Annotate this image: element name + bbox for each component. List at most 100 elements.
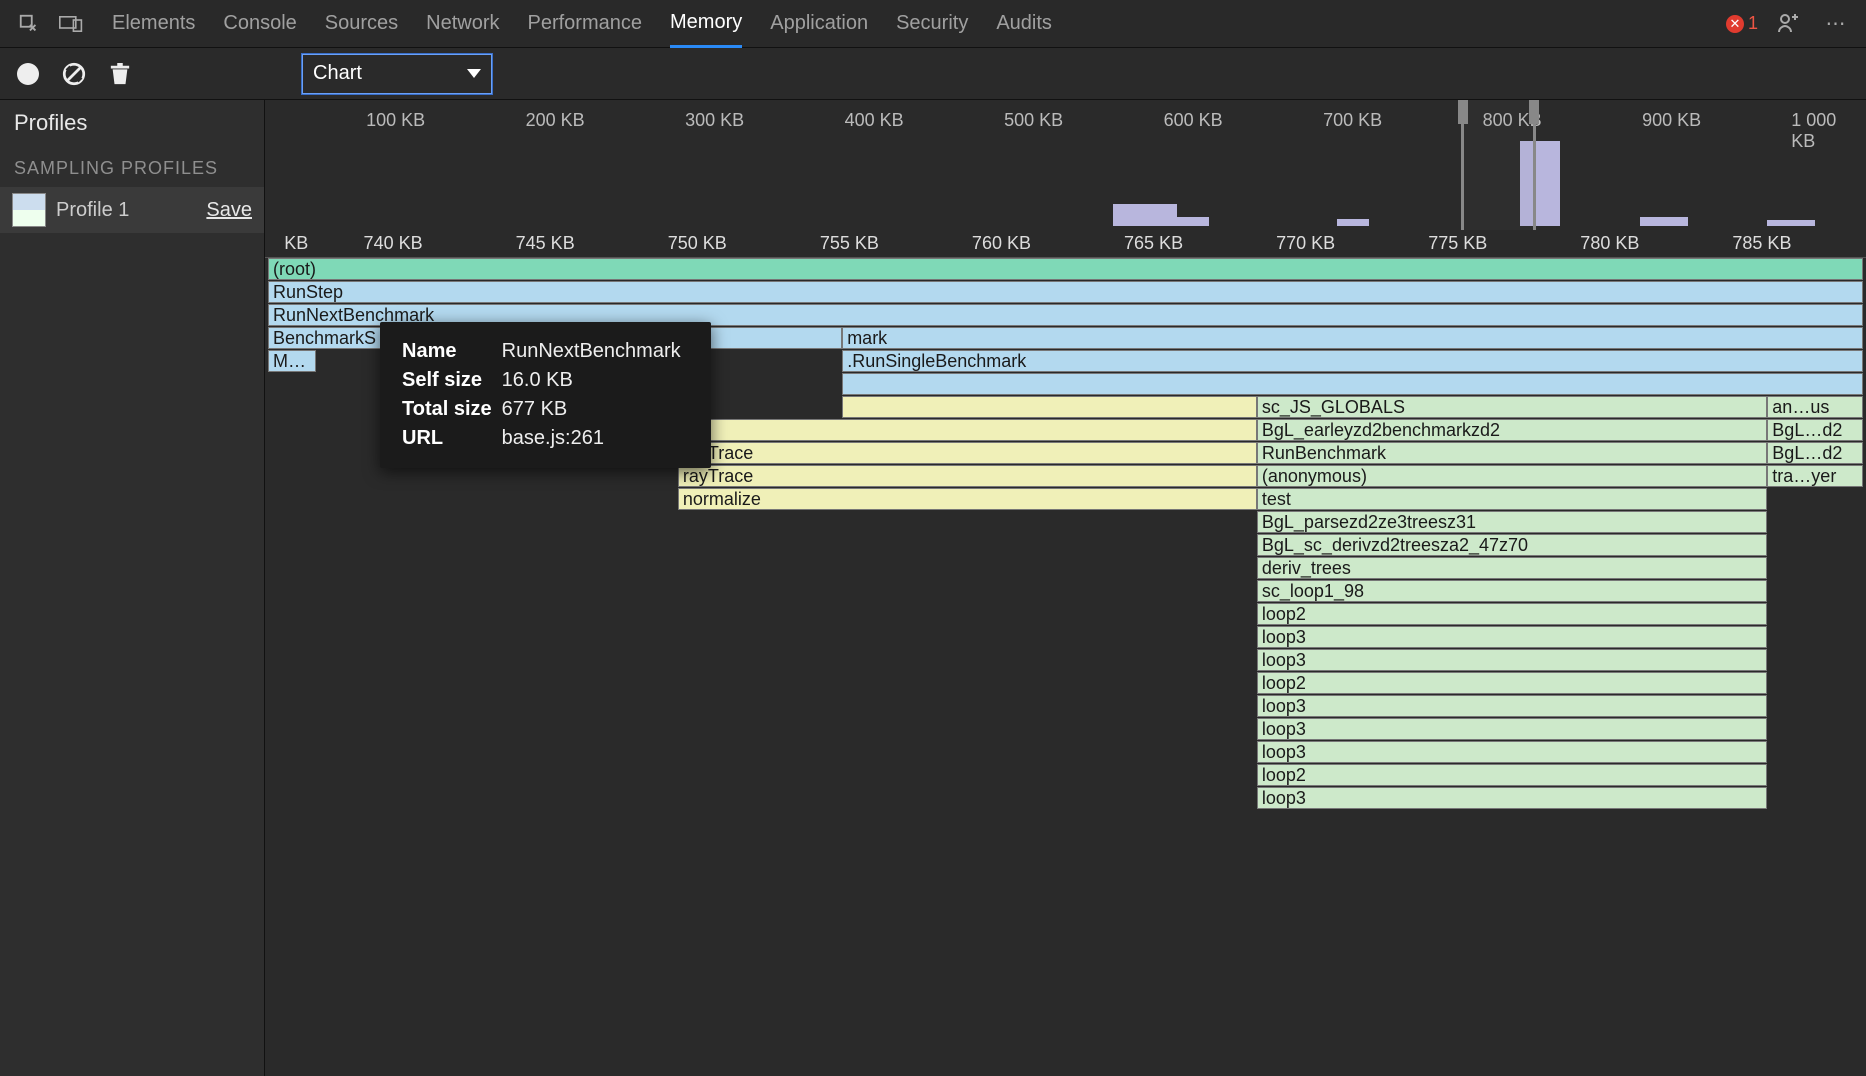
profile-row[interactable]: Profile 1 Save bbox=[0, 187, 264, 233]
profile-name: Profile 1 bbox=[56, 199, 129, 222]
flame-cell[interactable]: sc_loop1_98 bbox=[1257, 580, 1767, 602]
sidebar-section-label: SAMPLING PROFILES bbox=[0, 144, 264, 187]
sidebar-heading: Profiles bbox=[0, 100, 264, 144]
delete-button[interactable] bbox=[106, 60, 134, 88]
flame-cell[interactable]: sc_JS_GLOBALS bbox=[1257, 396, 1767, 418]
error-count-badge[interactable]: ✕ 1 bbox=[1726, 13, 1758, 34]
overview-tick: 100 KB bbox=[366, 110, 425, 131]
flame-cell[interactable]: test bbox=[1257, 488, 1767, 510]
flame-cell[interactable]: mark bbox=[842, 327, 1863, 349]
overview-tick: 700 KB bbox=[1323, 110, 1382, 131]
flame-cell[interactable] bbox=[842, 373, 1863, 395]
flame-cell[interactable]: loop2 bbox=[1257, 672, 1767, 694]
flame-cell[interactable]: loop3 bbox=[1257, 741, 1767, 763]
clear-button[interactable] bbox=[60, 60, 88, 88]
flame-cell[interactable]: normalize bbox=[678, 488, 1257, 510]
flame-cell[interactable]: .RunSingleBenchmark bbox=[842, 350, 1863, 372]
tooltip-self-val: 16.0 KB bbox=[502, 367, 689, 394]
flame-cell[interactable] bbox=[842, 396, 1257, 418]
overview-tick: 200 KB bbox=[526, 110, 585, 131]
flame-tick: 775 KB bbox=[1428, 233, 1487, 254]
flame-cell[interactable]: loop2 bbox=[1257, 764, 1767, 786]
memory-toolbar: Chart bbox=[0, 48, 1866, 100]
flame-cell[interactable]: loop3 bbox=[1257, 787, 1767, 809]
flame-cell[interactable]: rayTrace bbox=[678, 442, 1257, 464]
flame-tooltip: NameRunNextBenchmark Self size16.0 KB To… bbox=[380, 322, 711, 468]
selection-grip-left[interactable] bbox=[1458, 100, 1468, 124]
flame-cell[interactable]: loop3 bbox=[1257, 718, 1767, 740]
devtools-tabbar: Elements Console Sources Network Perform… bbox=[0, 0, 1866, 48]
flame-ruler-unit: KB bbox=[284, 233, 308, 254]
flame-cell[interactable]: (anonymous) bbox=[1257, 465, 1767, 487]
overview-selection[interactable] bbox=[1461, 100, 1536, 230]
flame-cell[interactable]: loop3 bbox=[1257, 649, 1767, 671]
tooltip-self-key: Self size bbox=[402, 367, 500, 394]
overview-tick: 400 KB bbox=[845, 110, 904, 131]
feedback-icon[interactable] bbox=[1772, 7, 1806, 41]
flame-cell[interactable]: deriv_trees bbox=[1257, 557, 1767, 579]
flame-cell[interactable] bbox=[678, 419, 1257, 441]
tab-elements[interactable]: Elements bbox=[112, 0, 195, 48]
tab-performance[interactable]: Performance bbox=[528, 0, 643, 48]
flame-cell[interactable]: Measure bbox=[268, 350, 316, 372]
flame-ruler[interactable]: KB 740 KB 745 KB 750 KB 755 KB 760 KB 76… bbox=[265, 230, 1866, 258]
overview-tick: 600 KB bbox=[1164, 110, 1223, 131]
flame-cell[interactable]: BgL_parsezd2ze3treesz31 bbox=[1257, 511, 1767, 533]
overview-tick: 500 KB bbox=[1004, 110, 1063, 131]
tooltip-name-key: Name bbox=[402, 338, 500, 365]
tab-memory[interactable]: Memory bbox=[670, 0, 742, 48]
tab-sources[interactable]: Sources bbox=[325, 0, 398, 48]
panel-tabs: Elements Console Sources Network Perform… bbox=[112, 0, 1718, 48]
tab-audits[interactable]: Audits bbox=[996, 0, 1052, 48]
view-mode-select[interactable]: Chart bbox=[302, 54, 492, 94]
flame-cell[interactable]: RunBenchmark bbox=[1257, 442, 1767, 464]
error-icon: ✕ bbox=[1726, 15, 1744, 33]
error-count: 1 bbox=[1748, 13, 1758, 34]
flame-cell[interactable]: BgL_sc_derivzd2treesza2_47z70 bbox=[1257, 534, 1767, 556]
tab-security[interactable]: Security bbox=[896, 0, 968, 48]
overview-bars bbox=[268, 136, 1863, 226]
inspect-element-icon[interactable] bbox=[12, 7, 46, 41]
flame-cell[interactable]: loop2 bbox=[1257, 603, 1767, 625]
overview-tick: 300 KB bbox=[685, 110, 744, 131]
chevron-down-icon bbox=[467, 69, 481, 78]
selection-grip-right[interactable] bbox=[1529, 100, 1539, 124]
record-button[interactable] bbox=[14, 60, 42, 88]
tooltip-total-val: 677 KB bbox=[502, 396, 689, 423]
tab-application[interactable]: Application bbox=[770, 0, 868, 48]
flame-tick: 750 KB bbox=[668, 233, 727, 254]
flame-chart-area[interactable]: 100 KB 200 KB 300 KB 400 KB 500 KB 600 K… bbox=[265, 100, 1866, 1076]
flame-cell[interactable]: BgL…d2 bbox=[1767, 419, 1863, 441]
flame-tick: 760 KB bbox=[972, 233, 1031, 254]
profiles-sidebar: Profiles SAMPLING PROFILES Profile 1 Sav… bbox=[0, 100, 265, 1076]
toggle-device-icon[interactable] bbox=[54, 7, 88, 41]
view-mode-value: Chart bbox=[313, 62, 362, 85]
tab-console[interactable]: Console bbox=[223, 0, 296, 48]
flame-tick: 780 KB bbox=[1580, 233, 1639, 254]
tab-network[interactable]: Network bbox=[426, 0, 499, 48]
more-icon[interactable]: ⋯ bbox=[1820, 7, 1854, 41]
flame-cell[interactable]: tra…yer bbox=[1767, 465, 1863, 487]
flame-cell[interactable]: BgL_earleyzd2benchmarkzd2 bbox=[1257, 419, 1767, 441]
flame-tick: 765 KB bbox=[1124, 233, 1183, 254]
tooltip-url-val: base.js:261 bbox=[502, 425, 689, 452]
tooltip-total-key: Total size bbox=[402, 396, 500, 423]
flame-cell[interactable]: (root) bbox=[268, 258, 1863, 280]
profile-icon bbox=[12, 193, 46, 227]
tooltip-url-key: URL bbox=[402, 425, 500, 452]
flame-cell[interactable]: RunStep bbox=[268, 281, 1863, 303]
overview-tick: 900 KB bbox=[1642, 110, 1701, 131]
flame-cell[interactable]: an…us bbox=[1767, 396, 1863, 418]
flame-tick: 785 KB bbox=[1732, 233, 1791, 254]
flame-cell[interactable]: BgL…d2 bbox=[1767, 442, 1863, 464]
overview-ruler[interactable]: 100 KB 200 KB 300 KB 400 KB 500 KB 600 K… bbox=[268, 100, 1863, 230]
flame-tick: 740 KB bbox=[364, 233, 423, 254]
flame-cell[interactable]: loop3 bbox=[1257, 626, 1767, 648]
flame-tick: 745 KB bbox=[516, 233, 575, 254]
save-profile-link[interactable]: Save bbox=[206, 199, 252, 222]
flame-cell[interactable]: loop3 bbox=[1257, 695, 1767, 717]
flame-cell[interactable]: rayTrace bbox=[678, 465, 1257, 487]
tooltip-name-val: RunNextBenchmark bbox=[502, 338, 689, 365]
flame-tick: 770 KB bbox=[1276, 233, 1335, 254]
flame-tick: 755 KB bbox=[820, 233, 879, 254]
